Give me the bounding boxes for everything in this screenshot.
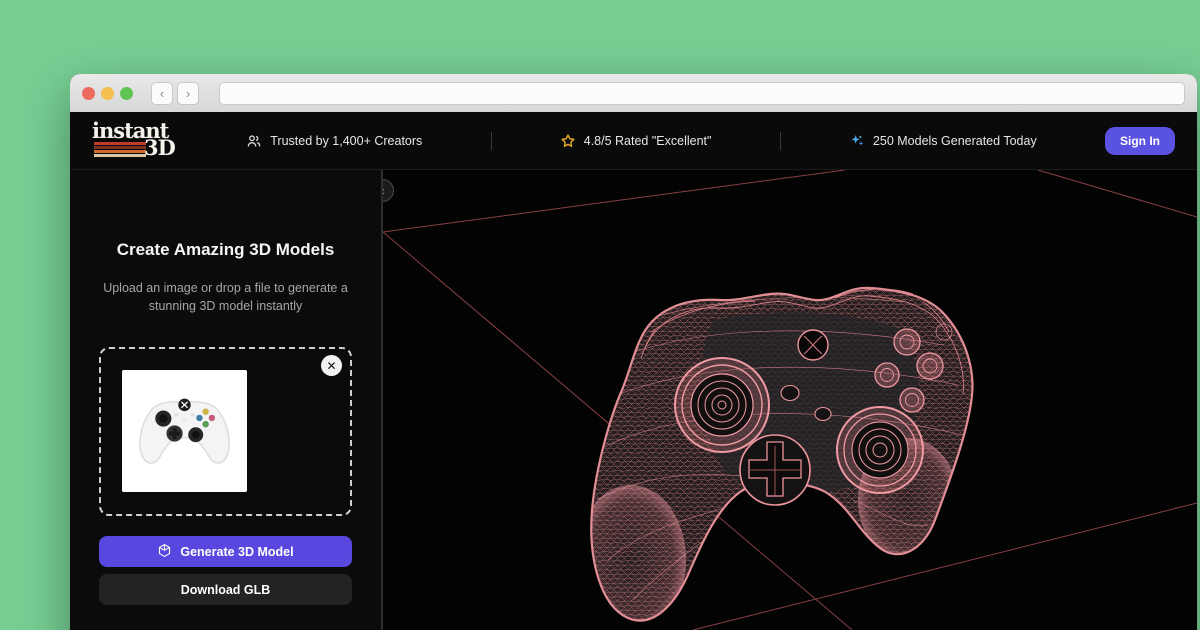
right-stick bbox=[837, 407, 923, 493]
forward-button[interactable]: › bbox=[177, 82, 199, 105]
zoom-window-button[interactable] bbox=[120, 87, 133, 100]
header-divider bbox=[491, 132, 492, 150]
generate-button-label: Generate 3D Model bbox=[180, 545, 293, 559]
dpad bbox=[740, 435, 810, 505]
view-button-wire bbox=[781, 386, 799, 401]
xbox-guide-button bbox=[798, 330, 828, 360]
download-button-label: Download GLB bbox=[181, 583, 271, 597]
browser-chrome: ‹ › bbox=[70, 74, 1197, 112]
stat-trusted: Trusted by 1,400+ Creators bbox=[246, 133, 422, 149]
left-stick bbox=[675, 358, 769, 452]
browser-window: ‹ › instant 3D Trusted by 1,400+ Creator… bbox=[70, 74, 1197, 630]
sparkles-icon bbox=[849, 133, 865, 149]
model-viewer[interactable]: ‹ bbox=[383, 170, 1197, 630]
header-stats: Trusted by 1,400+ Creators 4.8/5 Rated "… bbox=[178, 132, 1105, 150]
stat-models: 250 Models Generated Today bbox=[849, 133, 1037, 149]
stat-label: 4.8/5 Rated "Excellent" bbox=[584, 134, 712, 148]
app-body: Create Amazing 3D Models Upload an image… bbox=[70, 170, 1197, 630]
uploaded-image-thumbnail bbox=[122, 370, 247, 492]
logo-mark: 3D bbox=[144, 135, 175, 160]
generate-3d-model-button[interactable]: Generate 3D Model bbox=[99, 536, 352, 567]
sign-in-button[interactable]: Sign In bbox=[1105, 127, 1175, 155]
logo-stripes bbox=[94, 142, 146, 158]
header-divider bbox=[780, 132, 781, 150]
page-title: Create Amazing 3D Models bbox=[99, 240, 352, 260]
controller-photo bbox=[122, 370, 247, 492]
star-icon bbox=[560, 133, 576, 149]
users-icon bbox=[246, 133, 262, 149]
cube-icon bbox=[157, 543, 172, 561]
instant-3d-logo[interactable]: instant 3D bbox=[92, 120, 178, 162]
stat-rating: 4.8/5 Rated "Excellent" bbox=[560, 133, 712, 149]
back-button[interactable]: ‹ bbox=[151, 82, 173, 105]
stat-label: 250 Models Generated Today bbox=[873, 134, 1037, 148]
wireframe-controller bbox=[573, 270, 993, 630]
download-glb-button[interactable]: Download GLB bbox=[99, 574, 352, 605]
stat-label: Trusted by 1,400+ Creators bbox=[270, 134, 422, 148]
page: { "browser": { "url_value": "", "back_gl… bbox=[0, 0, 1200, 630]
wireframe-scene bbox=[383, 170, 1197, 630]
nav-buttons: ‹ › bbox=[151, 82, 199, 105]
minimize-window-button[interactable] bbox=[101, 87, 114, 100]
remove-image-button[interactable]: ✕ bbox=[321, 355, 342, 376]
url-bar[interactable] bbox=[219, 82, 1185, 105]
upload-dropzone[interactable]: ✕ bbox=[99, 347, 352, 516]
page-subtitle: Upload an image or drop a file to genera… bbox=[101, 279, 350, 315]
sidebar: Create Amazing 3D Models Upload an image… bbox=[70, 170, 383, 630]
app-header: instant 3D Trusted by 1,400+ Creators bbox=[70, 112, 1197, 170]
menu-button-wire bbox=[815, 408, 831, 421]
close-window-button[interactable] bbox=[82, 87, 95, 100]
